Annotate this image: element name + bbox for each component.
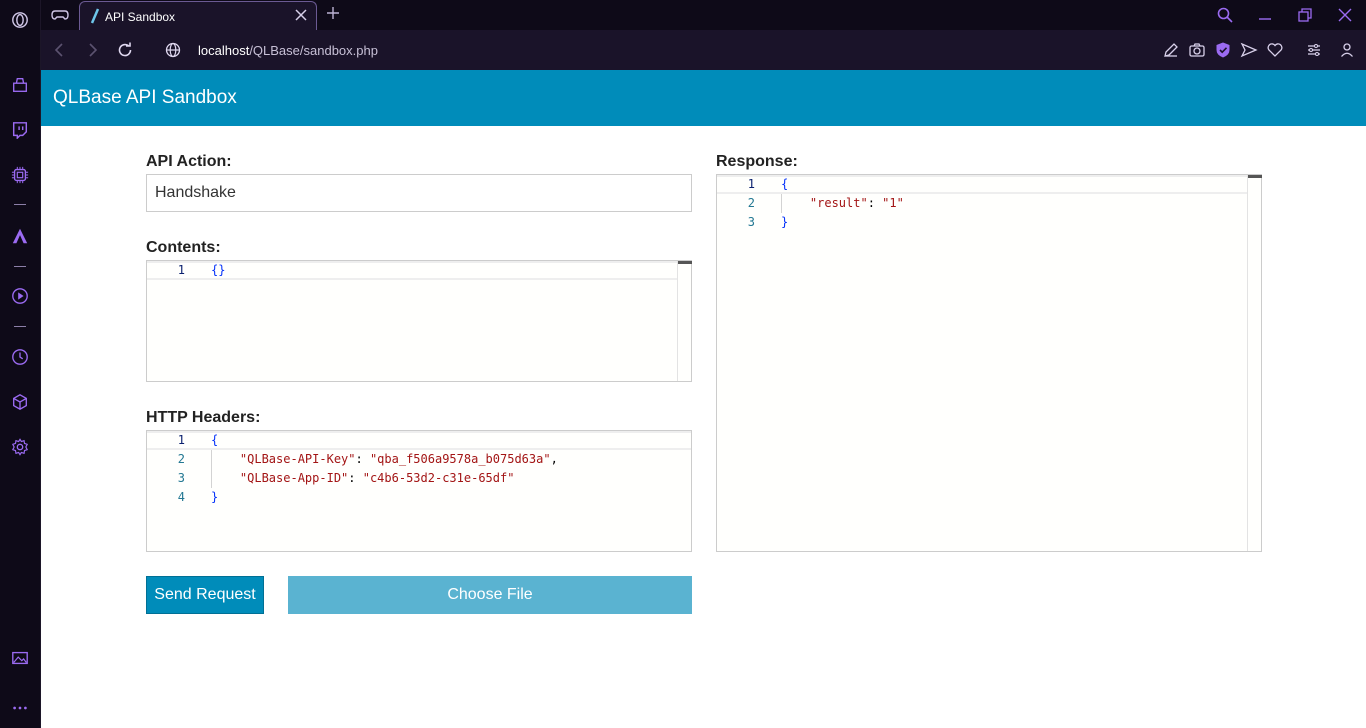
code-token: "QLBase-API-Key" [211,452,356,466]
address-bar: localhost/QLBase/sandbox.php [41,30,1366,70]
code-token: } [781,215,789,229]
line-number: 3 [747,215,755,229]
tab-title: API Sandbox [105,10,176,24]
page-title: QLBase API Sandbox [53,87,237,108]
line-number: 4 [177,490,185,504]
code-text: "QLBase-API-Key": "qba_f506a9578a_b075d6… [211,450,558,469]
player-icon[interactable] [10,286,30,306]
code-token: { [211,433,219,447]
url-path: /QLBase/sandbox.php [249,43,378,58]
response-editor[interactable]: 1{2 "result": "1" 3} [716,174,1262,552]
code-token: "c4b6-53d2-c31e-65df" [362,471,515,485]
editor-line: 1 {} [147,261,691,280]
easy-setup-icon[interactable] [1305,41,1323,59]
opera-logo-icon[interactable] [10,10,30,30]
line-number: 2 [747,196,755,210]
edit-share-icon[interactable] [1162,41,1180,59]
editor-line: 4} [147,488,691,507]
response-label: Response: [716,153,798,170]
more-dots-icon[interactable] [10,698,30,718]
editor-line: 1{ [147,431,691,450]
editor-line: 3 "QLBase-App-ID": "c4b6-53d2-c31e-65df" [147,469,691,488]
editor-line: 2 "QLBase-API-Key": "qba_f506a9578a_b075… [147,450,691,469]
back-icon[interactable] [51,41,69,59]
code-text: { [211,431,218,450]
extensions-cube-icon[interactable] [10,392,30,412]
url-field[interactable]: localhost/QLBase/sandbox.php [198,43,378,58]
minimize-icon[interactable] [1256,6,1274,24]
api-action-label: API Action: [146,153,232,170]
twitch-icon[interactable] [10,120,30,140]
send-icon[interactable] [1240,41,1258,59]
editor-line: 3} [717,213,1261,232]
sidebar-divider [14,326,26,327]
gamepad-icon[interactable] [51,7,69,23]
line-number: 1 [177,263,185,277]
forward-icon[interactable] [83,41,101,59]
history-icon[interactable] [10,347,30,367]
code-text: "result": "1" [781,194,904,213]
code-text: "QLBase-App-ID": "c4b6-53d2-c31e-65df" [211,469,515,488]
http-headers-editor[interactable]: 1{2 "QLBase-API-Key": "qba_f506a9578a_b0… [146,430,692,552]
page-header: QLBase API Sandbox [41,70,1366,126]
send-request-button[interactable]: Send Request [146,576,264,614]
reload-icon[interactable] [116,41,134,59]
tab-favicon-icon [90,8,100,24]
vpn-shield-icon[interactable] [1214,41,1232,59]
editor-line: 2 "result": "1" [717,194,1261,213]
account-icon[interactable] [1338,41,1356,59]
code-text: { [781,175,788,194]
code-token: : [348,471,363,485]
site-info-globe-icon[interactable] [164,41,182,59]
tab-bar: API Sandbox [41,0,1366,31]
tab-api-sandbox[interactable]: API Sandbox [79,1,317,31]
editor-line: 1{ [717,175,1261,194]
close-window-icon[interactable] [1336,6,1354,24]
line-number: 3 [177,471,185,485]
code-text: } [211,488,218,507]
sidebar-divider [14,266,26,267]
http-headers-label: HTTP Headers: [146,409,261,426]
new-tab-plus-icon[interactable] [325,5,341,21]
close-tab-icon[interactable] [294,8,308,22]
page-content: QLBase API Sandbox API Action: Handshake… [41,70,1366,728]
line-number: 1 [747,177,755,191]
search-tabs-icon[interactable] [1216,6,1234,24]
line-number: 1 [177,433,185,447]
code-token: { [781,177,789,191]
settings-gear-icon[interactable] [10,437,30,457]
choose-file-button[interactable]: Choose File [288,576,692,614]
cpu-icon[interactable] [10,165,30,185]
code-token: "qba_f506a9578a_b075d63a" [369,452,551,466]
aria-icon[interactable] [10,226,30,246]
code-token: , [550,452,558,466]
snapshot-camera-icon[interactable] [1188,41,1206,59]
code-text: } [781,213,788,232]
code-token: "1" [882,196,904,210]
contents-editor[interactable]: 1 {} [146,260,692,382]
code-text: {} [211,263,226,277]
url-host: localhost [198,43,250,58]
contents-label: Contents: [146,239,221,256]
line-number: 2 [177,452,185,466]
code-token: "QLBase-App-ID" [211,471,349,485]
code-token: : [355,452,370,466]
shopping-icon[interactable] [10,75,30,95]
code-token: : [867,196,883,210]
gallery-icon[interactable] [10,648,30,668]
api-action-input[interactable]: Handshake [146,174,692,212]
sidebar-divider [14,204,26,205]
code-token: "result" [781,196,868,210]
heart-icon[interactable] [1266,41,1284,59]
code-token: } [211,490,219,504]
restore-icon[interactable] [1296,6,1314,24]
browser-sidebar [0,0,41,728]
